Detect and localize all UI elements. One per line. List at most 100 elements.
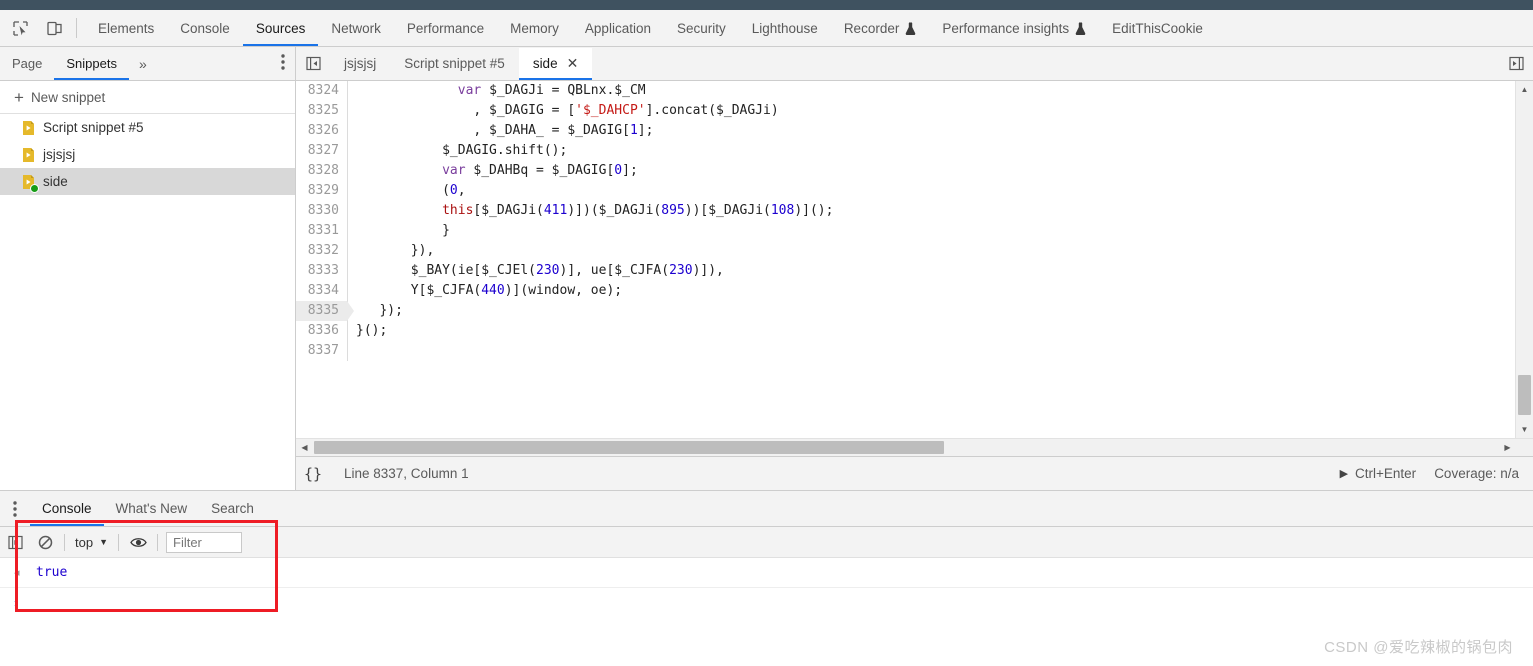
editor-vertical-scrollbar[interactable]: ▲ ▼ bbox=[1515, 81, 1533, 438]
console-context-selector[interactable]: top ▼ bbox=[69, 535, 114, 550]
console-output[interactable]: ◂ true › bbox=[0, 558, 1533, 666]
line-number: 8337 bbox=[296, 341, 348, 361]
line-number: 8334 bbox=[296, 281, 348, 301]
show-debugger-sidebar-button[interactable] bbox=[1503, 50, 1529, 76]
console-message: ◂ true bbox=[0, 558, 1533, 588]
sources-workarea: Page Snippets » + New snippet Script snip… bbox=[0, 47, 1533, 490]
navigator-sidebar: Page Snippets » + New snippet Script snip… bbox=[0, 47, 296, 490]
coverage-label[interactable]: Coverage: n/a bbox=[1434, 466, 1519, 481]
editor-tab-label: side bbox=[532, 56, 558, 71]
code-line[interactable]: 8332 }), bbox=[296, 241, 1516, 261]
console-filter-input[interactable]: Filter bbox=[166, 531, 242, 553]
pretty-print-icon[interactable]: {} bbox=[296, 465, 330, 483]
editor-tab-side[interactable]: side ✕ bbox=[518, 47, 593, 80]
code-text: }), bbox=[356, 243, 435, 258]
devtools-panel-tabs: Elements Console Sources Network Performance… bbox=[85, 10, 1216, 46]
window-title-strip bbox=[0, 0, 1533, 10]
panel-tab-lighthouse[interactable]: Lighthouse bbox=[739, 11, 831, 46]
navigator-more-tabs-button[interactable]: » bbox=[129, 56, 157, 72]
line-number: 8335 bbox=[296, 301, 354, 321]
line-number: 8330 bbox=[296, 201, 348, 221]
new-snippet-label: New snippet bbox=[30, 89, 106, 105]
code-line[interactable]: 8335 }); bbox=[296, 301, 1516, 321]
run-snippet-shortcut[interactable]: ▶ Ctrl+Enter bbox=[1340, 466, 1417, 481]
panel-tab-label: Memory bbox=[510, 21, 559, 36]
drawer-more-options-icon[interactable] bbox=[0, 500, 30, 518]
scroll-left-arrow[interactable]: ◀ bbox=[296, 439, 313, 456]
code-line[interactable]: 8324 var $_DAGJi = QBLnx.$_CM bbox=[296, 81, 1516, 101]
editor-tab-script-snippet-5[interactable]: Script snippet #5 bbox=[390, 48, 519, 80]
line-number: 8332 bbox=[296, 241, 348, 261]
code-text: Y[$_CJFA(440)](window, oe); bbox=[356, 283, 623, 298]
snippet-label: jsjsjsj bbox=[43, 147, 76, 162]
panel-tab-performance-insights[interactable]: Performance insights bbox=[929, 11, 1099, 46]
clear-console-icon[interactable] bbox=[30, 528, 60, 556]
panel-tab-recorder[interactable]: Recorder bbox=[831, 11, 930, 46]
line-number: 8326 bbox=[296, 121, 348, 141]
console-prompt-row[interactable]: › bbox=[0, 588, 1533, 617]
inspect-element-icon[interactable] bbox=[6, 15, 34, 41]
panel-tab-console[interactable]: Console bbox=[167, 11, 243, 46]
cursor-position-label: Line 8337, Column 1 bbox=[344, 466, 469, 481]
console-settings-eye-icon[interactable] bbox=[123, 528, 153, 556]
line-number: 8324 bbox=[296, 81, 348, 101]
panel-tab-label: Sources bbox=[255, 21, 306, 36]
show-navigator-button[interactable] bbox=[296, 48, 330, 80]
device-toolbar-icon[interactable] bbox=[40, 15, 68, 41]
code-line[interactable]: 8329 (0, bbox=[296, 181, 1516, 201]
panel-tab-performance[interactable]: Performance bbox=[394, 11, 497, 46]
console-sidebar-toggle-icon[interactable] bbox=[0, 528, 30, 556]
drawer-tabbar: Console What's New Search bbox=[0, 491, 1533, 527]
scroll-up-arrow[interactable]: ▲ bbox=[1516, 81, 1533, 98]
drawer-tab-search[interactable]: Search bbox=[199, 492, 266, 526]
editor-tab-jsjsjsj[interactable]: jsjsjsj bbox=[330, 48, 390, 80]
line-number: 8333 bbox=[296, 261, 348, 281]
panel-tab-security[interactable]: Security bbox=[664, 11, 739, 46]
run-shortcut-label: Ctrl+Enter bbox=[1355, 466, 1417, 481]
code-text: , $_DAGIG = ['$_DAHCP'].concat($_DAGJi) bbox=[356, 103, 779, 118]
panel-tab-label: Performance insights bbox=[942, 21, 1070, 36]
snippet-item[interactable]: side bbox=[0, 168, 295, 195]
code-line[interactable]: 8331 } bbox=[296, 221, 1516, 241]
vertical-scroll-thumb[interactable] bbox=[1518, 375, 1531, 415]
panel-tab-memory[interactable]: Memory bbox=[497, 11, 572, 46]
snippet-item[interactable]: jsjsjsj bbox=[0, 141, 295, 168]
scroll-down-arrow[interactable]: ▼ bbox=[1516, 421, 1533, 438]
code-line[interactable]: 8328 var $_DAHBq = $_DAGIG[0]; bbox=[296, 161, 1516, 181]
editor-horizontal-scrollbar[interactable]: ◀ ▶ bbox=[296, 438, 1533, 456]
code-line[interactable]: 8325 , $_DAGIG = ['$_DAHCP'].concat($_DA… bbox=[296, 101, 1516, 121]
code-text: (0, bbox=[356, 183, 466, 198]
panel-tab-label: Lighthouse bbox=[751, 21, 818, 36]
snippet-label: Script snippet #5 bbox=[43, 120, 144, 135]
code-line[interactable]: 8336}(); bbox=[296, 321, 1516, 341]
code-line[interactable]: 8327 $_DAGIG.shift(); bbox=[296, 141, 1516, 161]
drawer-tab-console[interactable]: Console bbox=[30, 492, 104, 526]
panel-tab-application[interactable]: Application bbox=[572, 11, 664, 46]
drawer-tab-what-s-new[interactable]: What's New bbox=[104, 492, 200, 526]
code-line[interactable]: 8326 , $_DAHA_ = $_DAGIG[1]; bbox=[296, 121, 1516, 141]
panel-tab-label: Security bbox=[676, 21, 726, 36]
panel-tab-elements[interactable]: Elements bbox=[85, 11, 167, 46]
new-snippet-button[interactable]: + New snippet bbox=[0, 81, 295, 114]
code-text: this[$_DAGJi(411)])($_DAGJi(895))[$_DAGJ… bbox=[442, 203, 834, 218]
panel-tab-sources[interactable]: Sources bbox=[243, 11, 319, 46]
horizontal-scroll-thumb[interactable] bbox=[314, 441, 944, 454]
scroll-right-arrow[interactable]: ▶ bbox=[1499, 439, 1516, 456]
navigator-tab-snippets[interactable]: Snippets bbox=[54, 48, 129, 80]
close-icon[interactable]: ✕ bbox=[567, 55, 579, 72]
code-line[interactable]: 8337 bbox=[296, 341, 1516, 361]
navigator-more-options-icon[interactable] bbox=[281, 53, 285, 74]
snippet-item[interactable]: Script snippet #5 bbox=[0, 114, 295, 141]
panel-tab-label: Console bbox=[180, 21, 230, 36]
code-text: $_DAGIG.shift(); bbox=[356, 143, 568, 158]
snippet-running-indicator bbox=[30, 183, 39, 193]
code-line[interactable]: 8330 this[$_DAGJi(411)])($_DAGJi(895))[$… bbox=[296, 201, 1516, 221]
panel-tab-editthiscookie[interactable]: EditThisCookie bbox=[1099, 11, 1216, 46]
panel-tab-network[interactable]: Network bbox=[318, 11, 394, 46]
snippet-label: side bbox=[43, 174, 68, 189]
code-line[interactable]: 8333 $_BAY(ie[$_CJEl(230)], ue[$_CJFA(23… bbox=[296, 261, 1516, 281]
code-editor[interactable]: 8324 var $_DAGJi = QBLnx.$_CM 8325 , $_DA… bbox=[296, 81, 1533, 438]
panel-tab-label: Application bbox=[584, 21, 651, 36]
navigator-tab-page[interactable]: Page bbox=[0, 48, 54, 80]
code-line[interactable]: 8334 Y[$_CJFA(440)](window, oe); bbox=[296, 281, 1516, 301]
